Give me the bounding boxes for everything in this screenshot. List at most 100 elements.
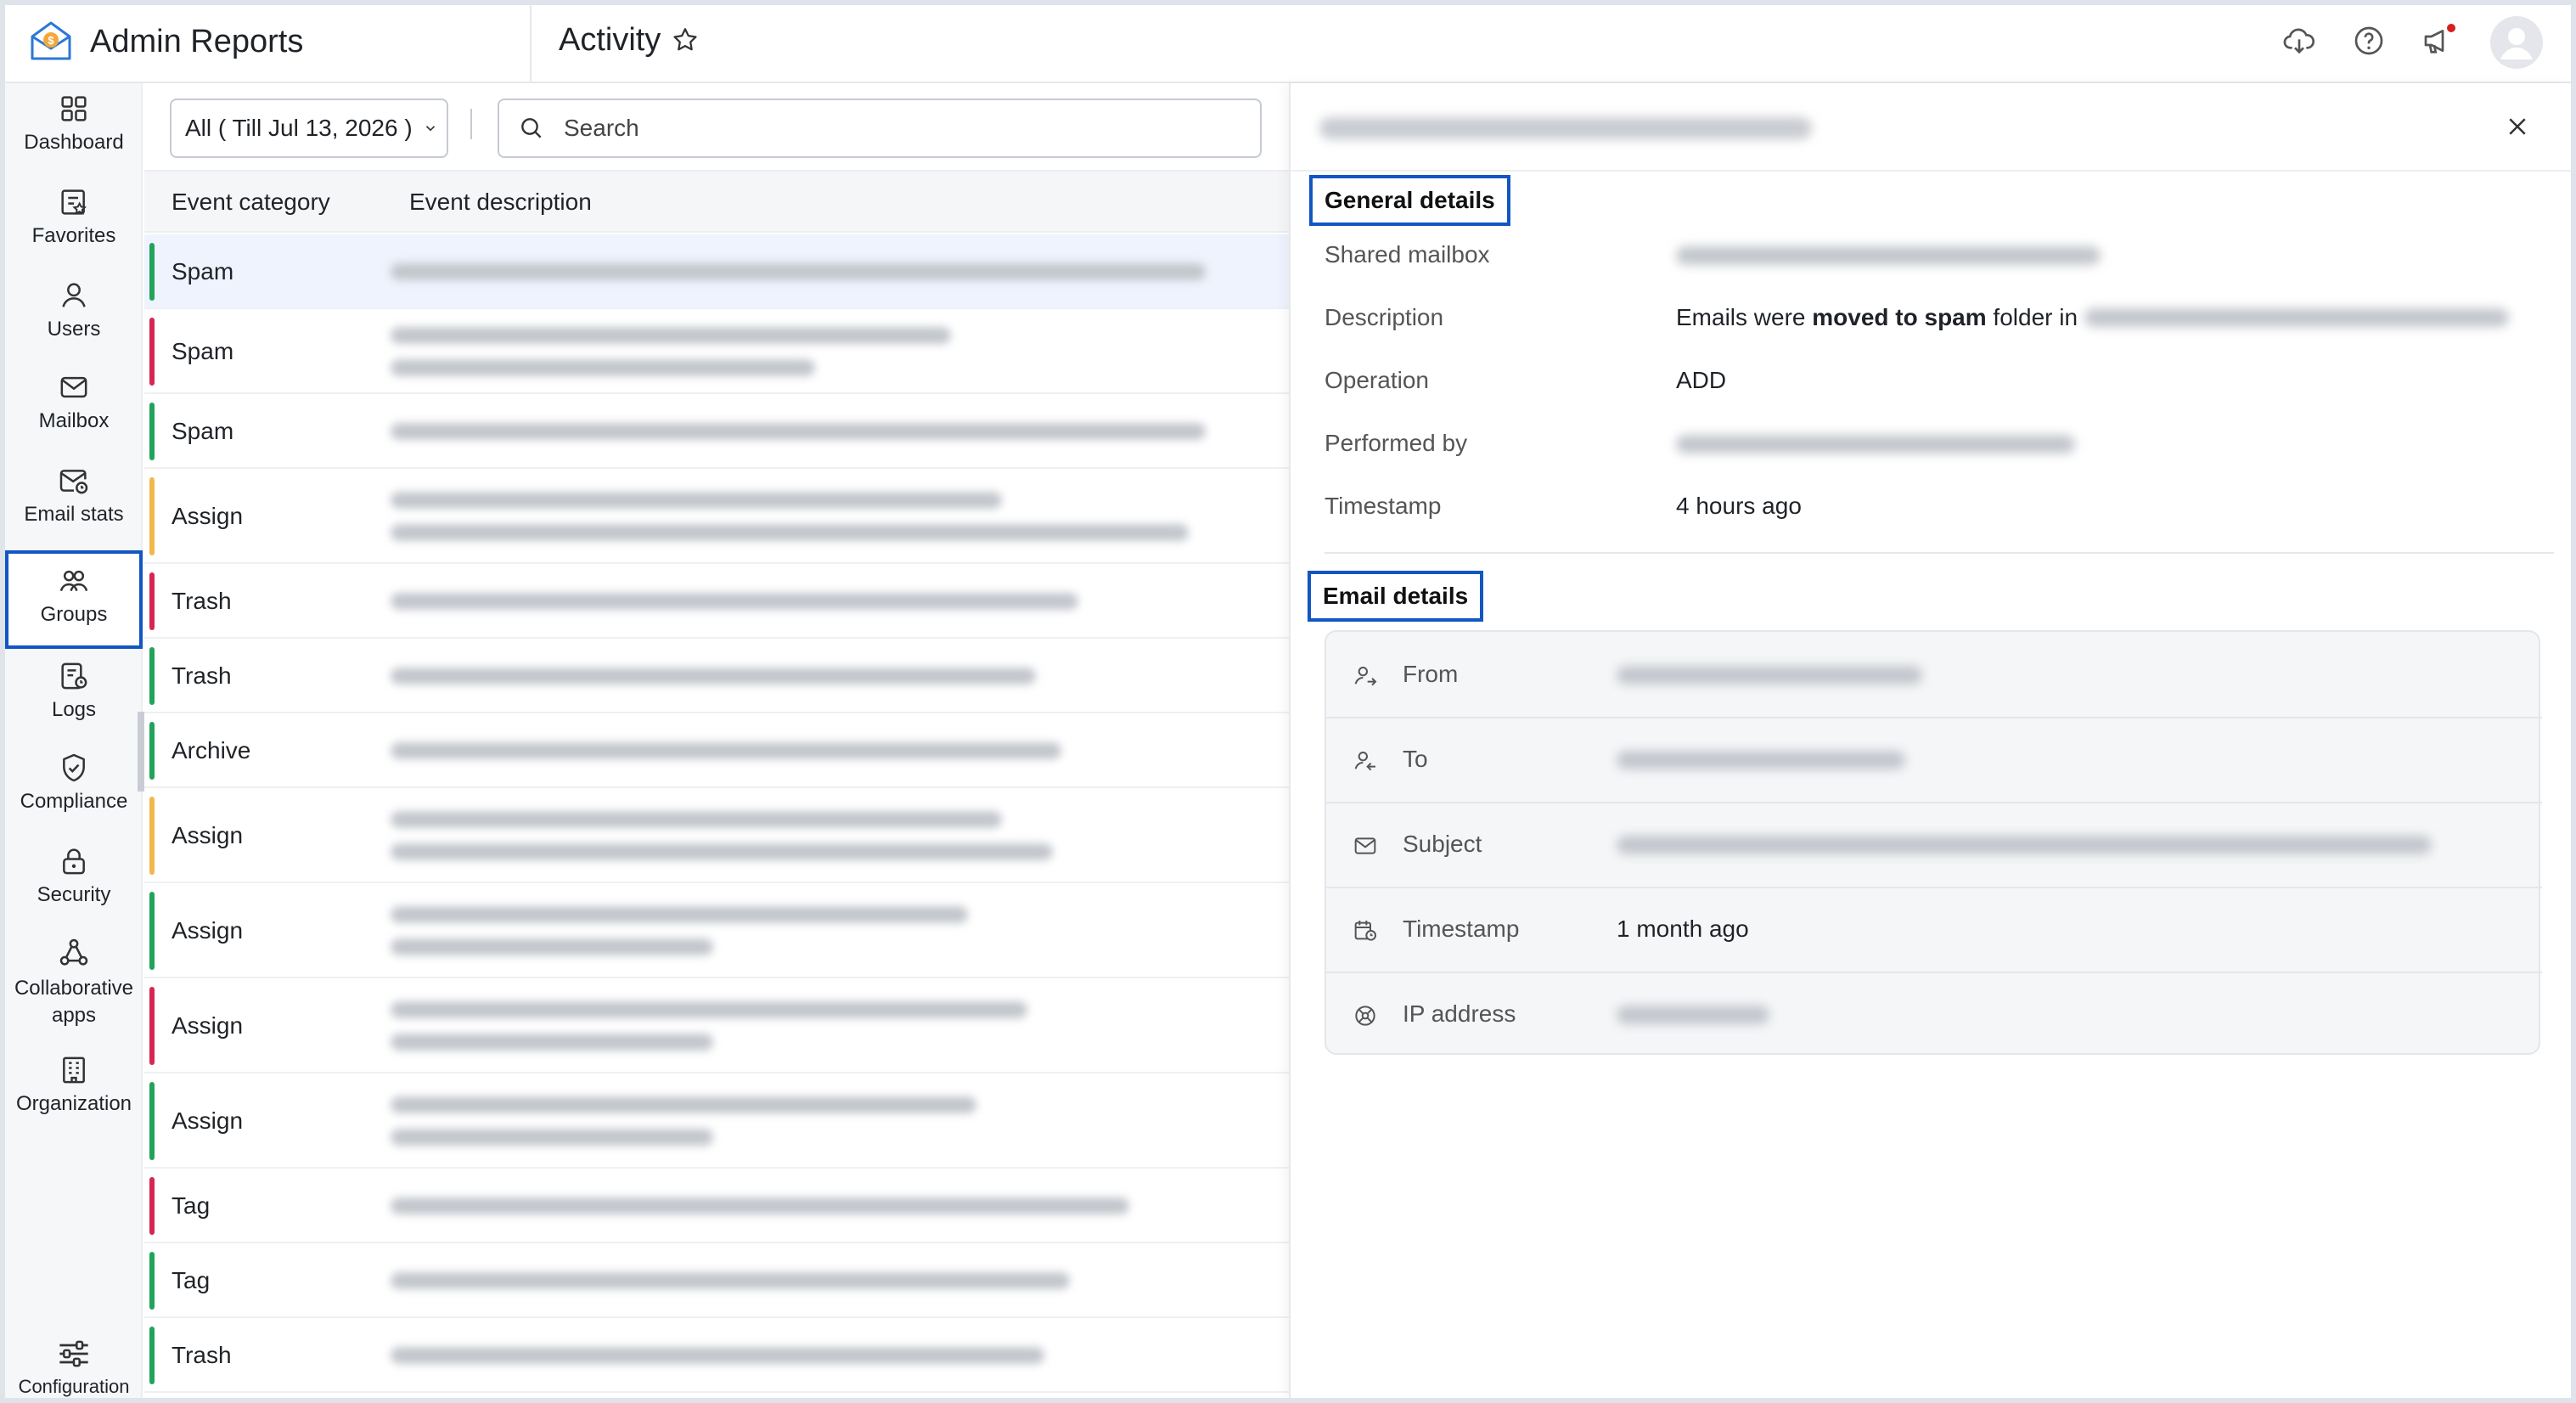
event-description-redacted — [391, 423, 1248, 440]
mail-icon — [1352, 832, 1379, 859]
email-details-heading: Email details — [1308, 571, 1484, 622]
search-input[interactable] — [564, 115, 1226, 142]
description-text: folder in — [1986, 304, 2078, 330]
event-category: Spam — [172, 418, 234, 444]
event-category: Tag — [172, 1192, 211, 1219]
details-header — [1291, 83, 2573, 172]
sidebar-item-favorites[interactable]: Favorites — [5, 185, 143, 248]
event-category: Spam — [172, 258, 234, 285]
event-description-redacted — [391, 327, 1248, 376]
table-row[interactable]: Assign — [144, 469, 1289, 564]
sidebar-item-dashboard[interactable]: Dashboard — [5, 92, 143, 155]
category-color-bar — [149, 1177, 155, 1235]
table-row[interactable]: Spam — [144, 394, 1289, 469]
to-value — [1617, 751, 1905, 769]
close-icon[interactable] — [2505, 114, 2530, 139]
logs-icon — [5, 659, 143, 693]
sidebar-item-mailbox[interactable]: Mailbox — [5, 370, 143, 433]
description-label: Description — [1325, 304, 1444, 330]
event-description-redacted — [391, 263, 1248, 280]
redacted-mailbox-title — [1319, 117, 1812, 139]
event-category: Tag — [172, 1267, 211, 1293]
table-row[interactable]: Assign — [144, 1073, 1289, 1169]
timestamp-label: Timestamp — [1325, 493, 1442, 519]
ip-address-label: IP address — [1403, 1000, 1516, 1027]
sidebar-item-groups[interactable]: Groups — [5, 550, 143, 649]
sidebar-item-label: Collaborative apps — [14, 977, 134, 1027]
recipient-icon — [1352, 747, 1379, 775]
table-row[interactable]: Tag — [144, 1169, 1289, 1243]
table-row[interactable]: Spam — [144, 309, 1289, 394]
table-row[interactable]: Trash — [144, 639, 1289, 713]
search-icon — [518, 115, 545, 142]
redacted-folder — [2084, 308, 2510, 327]
page-title: Activity — [559, 22, 661, 58]
event-description-redacted — [391, 1347, 1248, 1364]
star-icon[interactable] — [671, 25, 700, 54]
configuration-icon — [5, 1337, 143, 1371]
help-icon[interactable] — [2352, 24, 2386, 58]
event-category: Assign — [172, 503, 244, 529]
sidebar-item-security[interactable]: Security — [5, 844, 143, 907]
divider — [530, 0, 532, 83]
cloud-download-icon[interactable] — [2282, 24, 2316, 58]
category-color-bar — [149, 1252, 155, 1310]
sidebar-item-logs[interactable]: Logs — [5, 659, 143, 722]
subject-value — [1617, 836, 2432, 854]
dashboard-icon — [5, 92, 143, 126]
operation-value: ADD — [1676, 367, 1727, 393]
sidebar: Dashboard Favorites Users Mailbox Email … — [5, 83, 143, 1400]
category-color-bar — [149, 243, 155, 301]
table-row[interactable]: Tag — [144, 1243, 1289, 1318]
category-color-bar — [149, 647, 155, 705]
from-value — [1617, 666, 1922, 685]
sidebar-item-users[interactable]: Users — [5, 279, 143, 341]
email-timestamp-label: Timestamp — [1403, 916, 1520, 942]
period-filter-label: All ( Till Jul 13, 2026 ) — [185, 115, 413, 141]
search-box[interactable] — [498, 99, 1262, 158]
sidebar-item-collaborative-apps[interactable]: Collaborative apps — [5, 936, 143, 1029]
table-row[interactable]: Assign — [144, 883, 1289, 978]
favorites-icon — [5, 185, 143, 219]
event-category: Trash — [172, 1342, 232, 1368]
from-label: From — [1403, 661, 1459, 687]
brand: $ Admin Reports — [29, 17, 303, 66]
category-color-bar — [149, 987, 155, 1065]
sidebar-item-label: Compliance — [20, 790, 128, 813]
period-filter-dropdown[interactable]: All ( Till Jul 13, 2026 ) — [170, 99, 448, 158]
performed-by-value — [1676, 435, 2075, 454]
description-value: Emails were moved to spam folder in — [1676, 304, 2510, 331]
chevron-down-icon — [423, 121, 438, 136]
event-description-redacted — [391, 1096, 1248, 1146]
sidebar-item-label: Configuration — [18, 1376, 130, 1397]
sidebar-item-label: Email stats — [24, 503, 124, 526]
table-row[interactable]: Trash — [144, 1318, 1289, 1393]
avatar[interactable] — [2489, 15, 2544, 70]
sidebar-item-label: Favorites — [31, 224, 116, 247]
ip-address-value — [1617, 1006, 1769, 1024]
announcement-icon[interactable] — [2420, 24, 2457, 58]
sidebar-item-email-stats[interactable]: Email stats — [5, 464, 143, 527]
event-description-redacted — [391, 668, 1248, 685]
email-timestamp-row: Timestamp 1 month ago — [1326, 887, 2542, 972]
event-category: Trash — [172, 662, 232, 689]
table-row[interactable]: Archive — [144, 713, 1289, 788]
event-description-redacted — [391, 593, 1248, 610]
event-category: Archive — [172, 737, 251, 763]
sidebar-item-compliance[interactable]: Compliance — [5, 751, 143, 814]
category-color-bar — [149, 1082, 155, 1160]
category-color-bar — [149, 892, 155, 970]
event-description-redacted — [391, 1272, 1248, 1289]
table-row[interactable]: Trash — [144, 564, 1289, 639]
column-header-event-category[interactable]: Event category — [172, 189, 330, 216]
top-bar: $ Admin Reports Activity — [0, 0, 2576, 83]
sidebar-item-label: Groups — [40, 603, 108, 626]
table-row[interactable]: Spam — [144, 234, 1289, 309]
table-row[interactable]: Assign — [144, 978, 1289, 1073]
event-description-redacted — [391, 811, 1248, 860]
table-row[interactable]: Assign — [144, 788, 1289, 883]
category-color-bar — [149, 477, 155, 555]
sidebar-item-organization[interactable]: Organization — [5, 1053, 143, 1116]
sidebar-item-configuration[interactable]: Configuration — [5, 1337, 143, 1398]
column-header-event-description[interactable]: Event description — [409, 189, 592, 216]
